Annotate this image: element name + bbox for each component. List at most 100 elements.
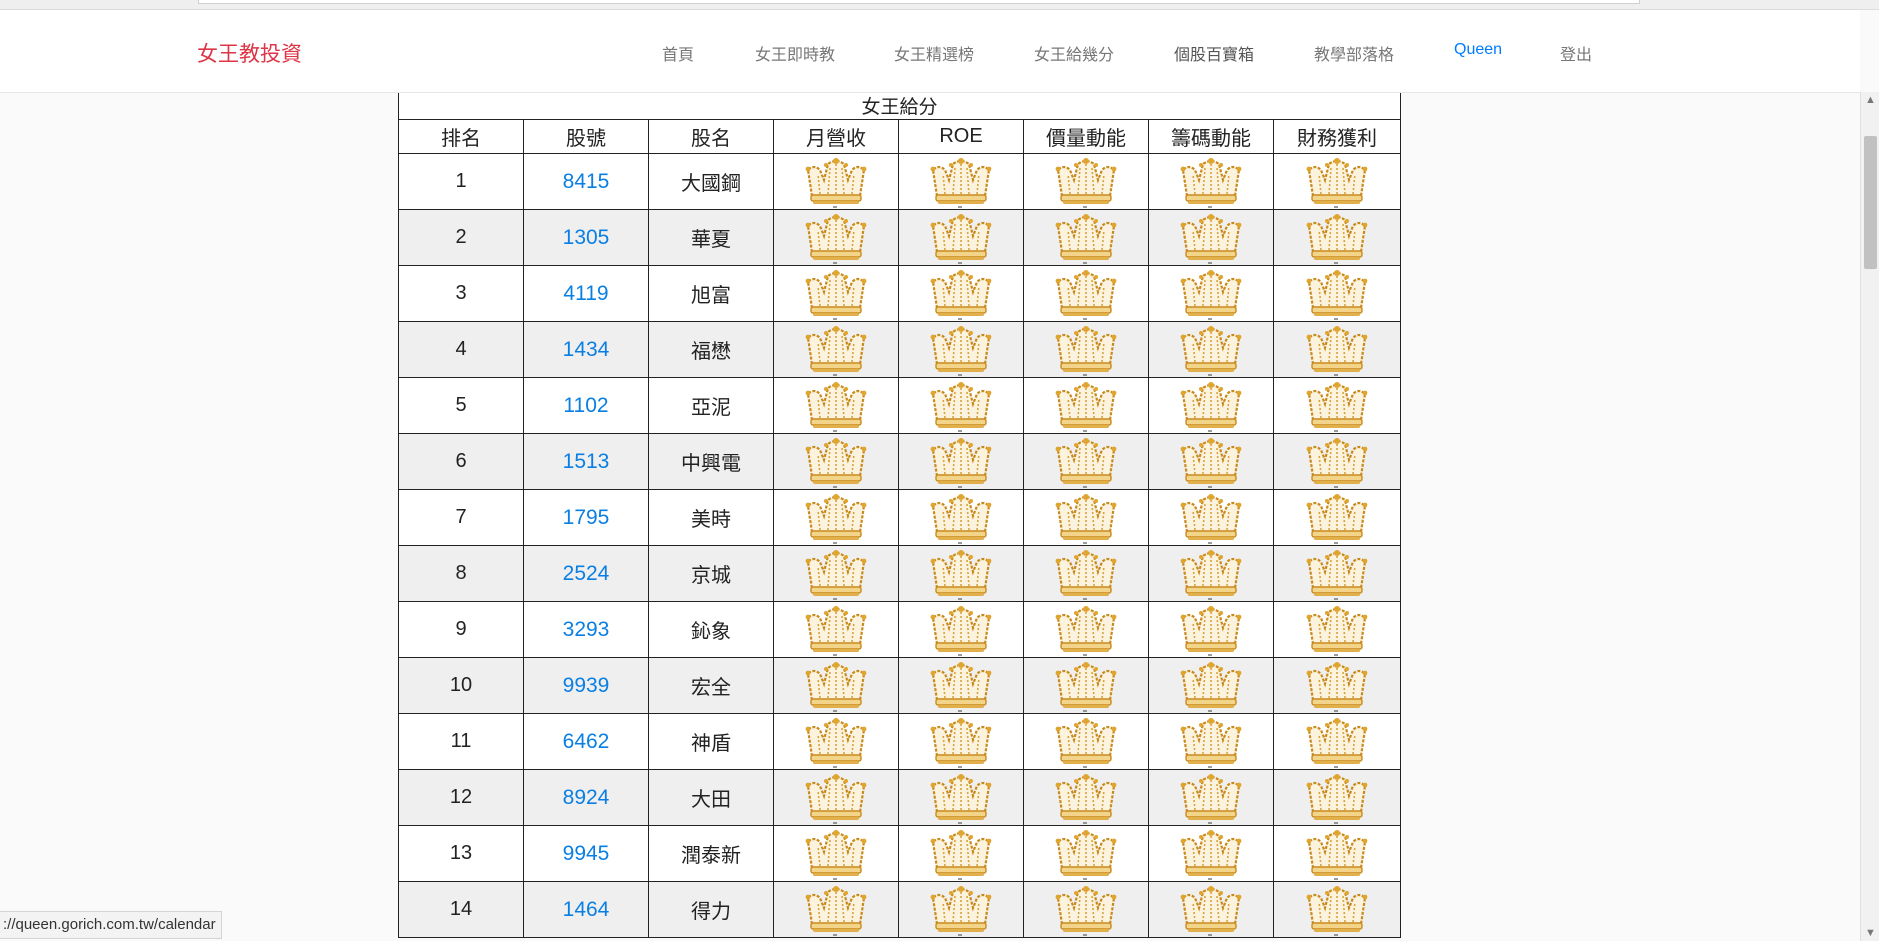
brand-logo[interactable]: 女王教投資 bbox=[197, 38, 302, 68]
nav-item-logout[interactable]: 登出 bbox=[1560, 41, 1592, 65]
stock-code-link[interactable]: 4119 bbox=[563, 282, 608, 305]
score-cell bbox=[898, 489, 1024, 546]
stock-code-link[interactable]: 8415 bbox=[563, 170, 610, 193]
address-bar-edge bbox=[198, 0, 1640, 4]
score-cell bbox=[1023, 657, 1149, 714]
crown-icon bbox=[805, 661, 867, 712]
rank-cell: 1 bbox=[398, 153, 524, 210]
score-cell bbox=[773, 545, 899, 602]
crown-icon bbox=[805, 157, 867, 208]
stock-code-cell: 9939 bbox=[523, 657, 649, 714]
rank-cell: 11 bbox=[398, 713, 524, 770]
crown-icon bbox=[1180, 605, 1242, 656]
score-cell bbox=[1023, 377, 1149, 434]
stock-code-link[interactable]: 1434 bbox=[563, 338, 610, 361]
crown-icon bbox=[1180, 381, 1242, 432]
column-header: 價量動能 bbox=[1023, 119, 1149, 154]
score-cell bbox=[898, 377, 1024, 434]
stock-name-cell: 潤泰新 bbox=[648, 825, 774, 882]
stock-code-link[interactable]: 1102 bbox=[563, 394, 608, 417]
rank-cell: 6 bbox=[398, 433, 524, 490]
crown-icon bbox=[1055, 605, 1117, 656]
crown-icon bbox=[930, 549, 992, 600]
table-row: 2 1305 華夏 bbox=[398, 209, 1402, 266]
stock-name-cell: 京城 bbox=[648, 545, 774, 602]
table-body: 1 8415 大國鋼 2 1305 華夏 3 4119 旭富 4 1434 福懋 5 1102 亞泥 6 151… bbox=[398, 153, 1402, 938]
nav-item-scores[interactable]: 女王給幾分 bbox=[1034, 41, 1114, 65]
score-cell bbox=[1023, 881, 1149, 938]
nav-item-user[interactable]: Queen bbox=[1454, 41, 1502, 59]
stock-code-link[interactable]: 2524 bbox=[563, 562, 610, 585]
stock-name-cell: 美時 bbox=[648, 489, 774, 546]
score-cell bbox=[898, 601, 1024, 658]
crown-icon bbox=[1180, 773, 1242, 824]
score-cell bbox=[1023, 153, 1149, 210]
score-cell bbox=[1148, 377, 1274, 434]
vertical-scrollbar[interactable]: ▲ ▼ bbox=[1860, 92, 1879, 941]
stock-code-link[interactable]: 8924 bbox=[563, 786, 610, 809]
table-row: 7 1795 美時 bbox=[398, 489, 1402, 546]
rank-cell: 9 bbox=[398, 601, 524, 658]
stock-code-cell: 4119 bbox=[523, 265, 649, 322]
scrollbar-thumb[interactable] bbox=[1864, 136, 1877, 269]
score-cell bbox=[1272, 769, 1402, 826]
stock-code-link[interactable]: 6462 bbox=[563, 730, 610, 753]
stock-name-cell: 神盾 bbox=[648, 713, 774, 770]
score-cell bbox=[773, 657, 899, 714]
score-cell bbox=[1023, 321, 1149, 378]
column-header: 籌碼動能 bbox=[1148, 119, 1274, 154]
scroll-up-arrow-icon[interactable]: ▲ bbox=[1864, 94, 1877, 106]
crown-icon bbox=[1055, 661, 1117, 712]
score-cell bbox=[1272, 433, 1402, 490]
scroll-down-arrow-icon[interactable]: ▼ bbox=[1864, 927, 1877, 939]
rank-cell: 12 bbox=[398, 769, 524, 826]
stock-code-cell: 1434 bbox=[523, 321, 649, 378]
crown-icon bbox=[805, 213, 867, 264]
stock-name-cell: 華夏 bbox=[648, 209, 774, 266]
stock-code-link[interactable]: 1464 bbox=[563, 898, 610, 921]
nav-item-blog[interactable]: 教學部落格 bbox=[1314, 41, 1394, 65]
crown-icon bbox=[1306, 269, 1368, 320]
table-row: 3 4119 旭富 bbox=[398, 265, 1402, 322]
crown-icon bbox=[930, 829, 992, 880]
score-cell bbox=[773, 153, 899, 210]
nav-item-picks[interactable]: 女王精選榜 bbox=[894, 41, 974, 65]
stock-name-cell: 宏全 bbox=[648, 657, 774, 714]
score-cell bbox=[898, 209, 1024, 266]
score-cell bbox=[1272, 489, 1402, 546]
table-caption: 女王給分 bbox=[397, 92, 1402, 120]
stock-code-link[interactable]: 9945 bbox=[563, 842, 610, 865]
stock-code-link[interactable]: 1513 bbox=[563, 450, 610, 473]
crown-icon bbox=[1306, 213, 1368, 264]
stock-code-link[interactable]: 1305 bbox=[563, 226, 610, 249]
nav-item-stock-toolbox[interactable]: 個股百寶箱 bbox=[1174, 41, 1254, 65]
stock-code-link[interactable]: 9939 bbox=[563, 674, 610, 697]
crown-icon bbox=[1055, 157, 1117, 208]
crown-icon bbox=[1055, 549, 1117, 600]
nav-item-home[interactable]: 首頁 bbox=[662, 41, 694, 65]
crown-icon bbox=[1306, 605, 1368, 656]
crown-icon bbox=[1055, 213, 1117, 264]
score-cell bbox=[1272, 601, 1402, 658]
table-row: 8 2524 京城 bbox=[398, 545, 1402, 602]
stock-code-cell: 1513 bbox=[523, 433, 649, 490]
crown-icon bbox=[930, 269, 992, 320]
crown-icon bbox=[1055, 437, 1117, 488]
crown-icon bbox=[805, 829, 867, 880]
crown-icon bbox=[930, 717, 992, 768]
column-header: 月營收 bbox=[773, 119, 899, 154]
score-cell bbox=[1148, 153, 1274, 210]
crown-icon bbox=[1180, 437, 1242, 488]
nav-item-instant[interactable]: 女王即時教 bbox=[755, 41, 835, 65]
crown-icon bbox=[1180, 157, 1242, 208]
score-cell bbox=[898, 433, 1024, 490]
table-row: 9 3293 鈊象 bbox=[398, 601, 1402, 658]
crown-icon bbox=[1180, 717, 1242, 768]
rank-cell: 2 bbox=[398, 209, 524, 266]
score-cell bbox=[1272, 209, 1402, 266]
stock-code-link[interactable]: 3293 bbox=[563, 618, 610, 641]
score-cell bbox=[1023, 713, 1149, 770]
stock-code-link[interactable]: 1795 bbox=[563, 506, 610, 529]
score-cell bbox=[898, 713, 1024, 770]
score-table: 女王給分 排名 股號 股名 月營收 ROE 價量動能 籌碼動能 財務獲利 1 8415 大國鋼 2 1… bbox=[397, 92, 1402, 938]
